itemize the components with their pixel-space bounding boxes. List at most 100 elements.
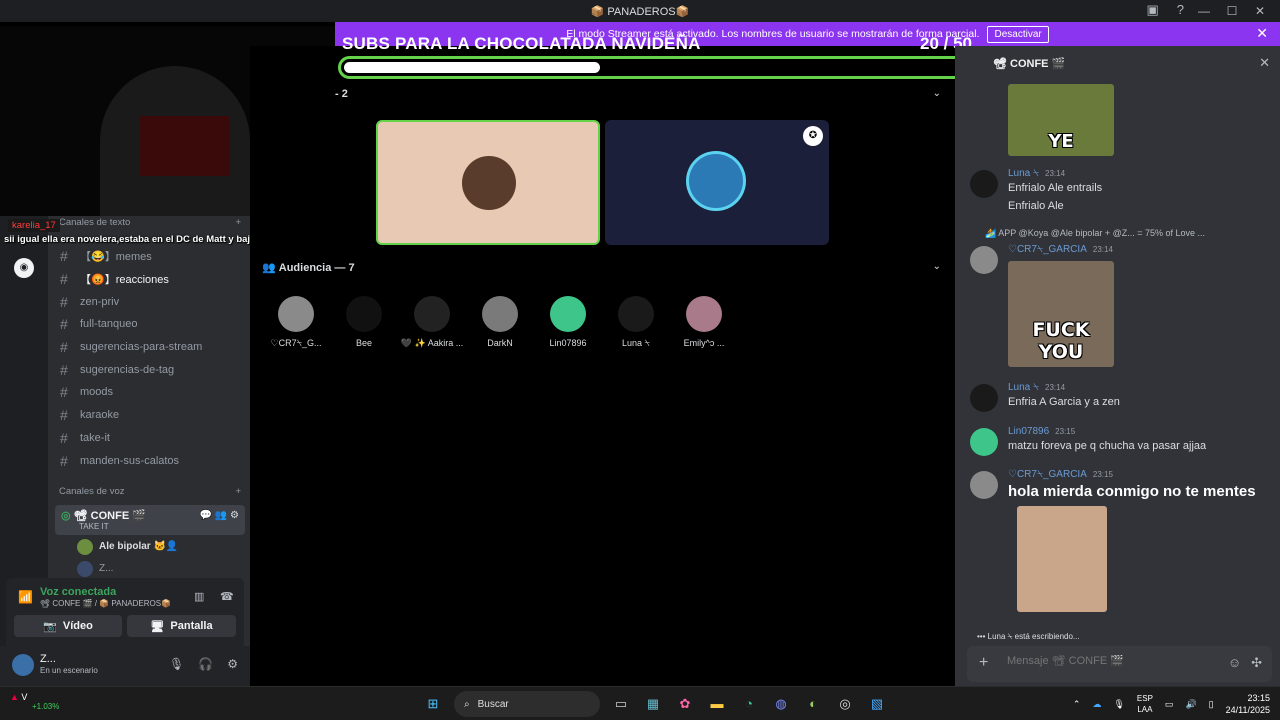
- invite-icon[interactable]: 👥: [215, 510, 227, 521]
- stocks-widget[interactable]: ▲ V +1.03%: [10, 692, 59, 711]
- channel-item[interactable]: # zen-priv: [55, 290, 245, 313]
- avatar[interactable]: [970, 428, 998, 456]
- user-name[interactable]: Z...: [40, 653, 56, 665]
- message-time: 23:15: [1055, 427, 1076, 436]
- channel-item[interactable]: # take-it: [55, 427, 245, 450]
- store-icon[interactable]: ▦: [642, 693, 664, 715]
- file-explorer-icon[interactable]: ▬: [706, 693, 728, 715]
- message-text: matzu foreva pe q chucha va pasar ajjaa: [1008, 440, 1207, 452]
- meme-image[interactable]: FUCK YOU: [1008, 261, 1114, 367]
- avatar[interactable]: [970, 384, 998, 412]
- avatar[interactable]: [12, 654, 34, 676]
- audience-member[interactable]: Luna ⍀: [602, 296, 670, 349]
- minimize-button[interactable]: —: [1192, 4, 1216, 18]
- channel-item[interactable]: # manden-sus-calatos: [55, 449, 245, 472]
- discord-icon[interactable]: ◍: [770, 693, 792, 715]
- audience-member[interactable]: Lin07896: [534, 296, 602, 349]
- typing-dots-icon: •••: [977, 632, 988, 641]
- inbox-icon[interactable]: ▣: [1146, 2, 1158, 18]
- headphones-icon[interactable]: 🎧: [198, 657, 213, 671]
- audience-member[interactable]: 🖤 ✨ Aakira ...: [398, 296, 466, 349]
- message-reply-reference[interactable]: 🏄 APP @Koya @Ale bipolar + @Z... = 75% o…: [985, 228, 1205, 239]
- chevron-down-icon[interactable]: ⌄: [933, 88, 941, 99]
- photo-image[interactable]: [1017, 506, 1107, 612]
- chrome-icon[interactable]: ◎: [834, 693, 856, 715]
- apps-icon[interactable]: ✣: [1251, 655, 1262, 671]
- app-icon[interactable]: ◐: [802, 693, 824, 715]
- audience-name: ♡CR7⍀_G...: [270, 338, 322, 348]
- chevron-up-icon[interactable]: ⌃: [1073, 699, 1081, 710]
- add-voice-channel-icon[interactable]: +: [235, 486, 241, 497]
- voice-location[interactable]: 📽 CONFE 🎬 / 📦 PANADEROS📦: [40, 599, 171, 608]
- deactivate-streamer-button[interactable]: Desactivar: [987, 25, 1049, 43]
- copilot-icon[interactable]: ✿: [674, 693, 696, 715]
- volume-icon[interactable]: 🔊: [1185, 699, 1196, 710]
- help-icon[interactable]: ?: [1177, 2, 1184, 18]
- audience-name: Lin07896: [549, 338, 587, 348]
- user-settings-icon[interactable]: ⚙: [227, 657, 238, 671]
- taskbar-search[interactable]: ⌕ Buscar: [454, 691, 600, 717]
- avatar[interactable]: [970, 471, 998, 499]
- settings-gear-icon[interactable]: ⚙: [230, 510, 239, 521]
- add-channel-icon[interactable]: +: [235, 217, 241, 228]
- language-indicator[interactable]: ESP LAA: [1137, 693, 1153, 715]
- message-author[interactable]: Luna ⍀: [1008, 382, 1039, 393]
- goal-progress-bar: [338, 56, 990, 79]
- channel-item[interactable]: # 【😂】memes: [55, 245, 245, 268]
- voice-channels-category[interactable]: Canales de voz +: [55, 480, 245, 503]
- audience-name: Bee: [355, 338, 372, 348]
- message-author[interactable]: ♡CR7⍀_GARCIA: [1008, 244, 1087, 255]
- chat-bubble-icon[interactable]: 💬: [200, 510, 212, 521]
- close-chat-icon[interactable]: ✕: [1259, 55, 1270, 71]
- emoji-icon[interactable]: ☺: [1228, 655, 1241, 671]
- typing-indicator: ••• Luna ⍀ está escribiendo...: [977, 632, 1080, 642]
- audience-member[interactable]: Bee: [330, 296, 398, 349]
- add-attachment-icon[interactable]: +: [979, 654, 988, 672]
- message-input[interactable]: [1007, 655, 1207, 667]
- chevron-down-icon[interactable]: ⌄: [933, 261, 941, 272]
- channel-item[interactable]: # karaoke: [55, 404, 245, 427]
- onedrive-icon[interactable]: ☁: [1092, 699, 1101, 710]
- goal-title: SUBS PARA LA CHOCOLATADA NAVIDEÑA: [342, 34, 701, 53]
- audience-member[interactable]: Emily^ↄ ...: [670, 296, 738, 349]
- voice-status[interactable]: Voz conectada: [40, 586, 116, 598]
- avatar[interactable]: [970, 246, 998, 274]
- edge-icon[interactable]: ◔: [738, 693, 760, 715]
- speaker-tile[interactable]: ✪: [605, 120, 829, 245]
- microphone-icon[interactable]: 🎙: [169, 657, 184, 671]
- microphone-tray-icon[interactable]: 🎙: [1113, 699, 1124, 710]
- window-titlebar: 📦 PANADEROS📦 ▣ ? — ☐ ✕: [0, 0, 1280, 22]
- discover-icon[interactable]: ◉: [14, 258, 34, 278]
- channel-item[interactable]: # sugerencias-de-tag: [55, 358, 245, 381]
- maximize-button[interactable]: ☐: [1220, 4, 1244, 18]
- stage-area: - 2 ⌄ ✪ 👥 Audiencia — 7 ⌄ ♡CR7⍀_G... Bee 🖤…: [250, 46, 955, 686]
- clock[interactable]: 23:15 24/11/2025: [1226, 692, 1270, 716]
- voice-channel-confe[interactable]: ◎ 📽 CONFE 🎬 TAKE IT 💬 👥 ⚙: [55, 504, 245, 535]
- audience-member[interactable]: ♡CR7⍀_G...: [262, 296, 330, 349]
- close-banner-icon[interactable]: ✕: [1256, 25, 1268, 42]
- meme-image[interactable]: YE: [1008, 84, 1114, 156]
- audience-member[interactable]: DarkN: [466, 296, 534, 349]
- screen-share-button[interactable]: 🖥 Pantalla: [127, 615, 236, 637]
- message-author[interactable]: Lin07896: [1008, 426, 1049, 437]
- start-icon[interactable]: ⊞: [422, 693, 444, 715]
- channel-item[interactable]: # full-tanqueo: [55, 313, 245, 336]
- speaker-tile[interactable]: [376, 120, 600, 245]
- channel-item[interactable]: # moods: [55, 381, 245, 404]
- battery-icon[interactable]: ▯: [1209, 699, 1214, 710]
- disconnect-icon[interactable]: ☎: [220, 590, 234, 603]
- message-author[interactable]: Luna ⍀: [1008, 168, 1039, 179]
- photos-icon[interactable]: ▧: [866, 693, 888, 715]
- avatar[interactable]: [970, 170, 998, 198]
- noise-suppression-icon[interactable]: ▥: [194, 590, 204, 603]
- close-window-button[interactable]: ✕: [1248, 4, 1272, 18]
- network-icon[interactable]: ▭: [1165, 699, 1174, 710]
- message-author[interactable]: ♡CR7⍀_GARCIA: [1008, 469, 1087, 480]
- video-button[interactable]: 📷 Vídeo: [14, 615, 122, 637]
- task-view-icon[interactable]: ▭: [610, 693, 632, 715]
- channel-name: 【😡】reacciones: [80, 274, 169, 287]
- channel-name: 【😂】memes: [80, 251, 152, 264]
- channel-item[interactable]: # sugerencias-para-stream: [55, 336, 245, 359]
- channel-item[interactable]: # 【😡】reacciones: [55, 268, 245, 291]
- voice-user[interactable]: Ale bipolar 🐱‍👤: [55, 535, 245, 559]
